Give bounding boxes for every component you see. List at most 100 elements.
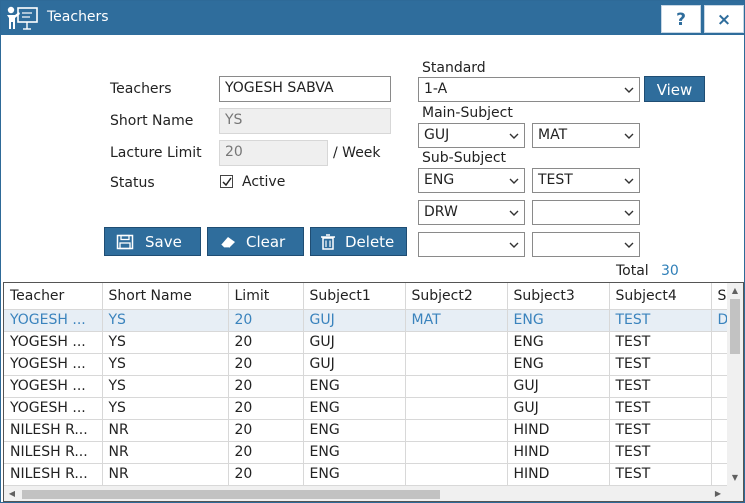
save-button[interactable]: Save (104, 227, 201, 256)
trash-icon (321, 234, 335, 250)
sub-subject-select-3[interactable]: DRW (418, 200, 525, 225)
table-row[interactable]: NILESH R... NR 20 ENG HIND TEST (4, 419, 733, 442)
column-header[interactable]: Subject4 (609, 283, 712, 310)
table-cell: YS (102, 397, 229, 420)
main-subject-value-2: MAT (538, 127, 568, 143)
clear-label: Clear (246, 233, 286, 251)
table-cell: YOGESH ... (4, 309, 103, 332)
table-cell: YS (102, 331, 229, 354)
teachers-input[interactable]: YOGESH SABVA (219, 76, 391, 102)
table-cell: TEST (609, 309, 712, 332)
standard-value: 1-A (424, 81, 448, 97)
table-cell: GUJ (303, 309, 406, 332)
table-cell: YOGESH ... (4, 375, 103, 398)
eraser-icon (220, 237, 235, 249)
scroll-right-icon[interactable]: ▶ (713, 488, 723, 500)
sub-subject-select-1[interactable]: ENG (418, 168, 525, 193)
teachers-grid[interactable]: Teacher Short Name Limit Subject1 Subject2 Su… (3, 282, 744, 502)
table-cell: TEST (609, 375, 712, 398)
table-row[interactable]: YOGESH ... YS 20 ENG GUJ TEST (4, 397, 733, 420)
sub-subject-select-5[interactable] (418, 232, 525, 257)
table-cell: NILESH R... (4, 419, 103, 442)
chevron-down-icon (624, 178, 634, 184)
table-cell: ENG (303, 463, 406, 486)
table-cell: GUJ (507, 375, 610, 398)
horizontal-scrollbar[interactable]: ◀ ▶ (4, 486, 727, 501)
column-header[interactable]: Subject2 (405, 283, 508, 310)
column-header[interactable]: Subject1 (303, 283, 406, 310)
sub-subject-value-1: ENG (424, 172, 455, 188)
total-label: Total (616, 263, 649, 279)
sub-subject-select-6[interactable] (532, 232, 640, 257)
table-cell: NR (102, 463, 229, 486)
table-row[interactable]: NILESH R... NR 20 ENG HIND TEST (4, 463, 733, 486)
chevron-down-icon (624, 242, 634, 248)
delete-button[interactable]: Delete (310, 227, 407, 256)
sub-subject-label: Sub-Subject (422, 150, 507, 166)
chevron-down-icon (509, 242, 519, 248)
table-row[interactable]: YOGESH ... YS 20 GUJ ENG TEST (4, 331, 733, 354)
sub-subject-select-4[interactable] (532, 200, 640, 225)
view-button[interactable]: View (644, 76, 705, 102)
table-cell: NR (102, 419, 229, 442)
per-week-label: / Week (333, 145, 381, 161)
column-header[interactable]: Short Name (102, 283, 229, 310)
table-cell: NILESH R... (4, 463, 103, 486)
scroll-up-icon[interactable]: ▲ (730, 286, 740, 296)
teachers-window: Teachers ? × Teachers YOGESH SABVA Short… (0, 0, 745, 503)
checkmark-icon (222, 177, 232, 187)
short-name-label: Short Name (110, 113, 194, 129)
sub-subject-select-2[interactable]: TEST (532, 168, 640, 193)
sub-subject-value-3: DRW (424, 204, 458, 220)
table-cell: GUJ (507, 397, 610, 420)
table-cell: ENG (303, 419, 406, 442)
vertical-scrollbar[interactable]: ▲ ▼ (727, 283, 743, 486)
column-header[interactable]: Teacher (4, 283, 103, 310)
title-bar[interactable]: Teachers ? × (1, 1, 744, 35)
clear-button[interactable]: Clear (207, 227, 304, 256)
chevron-down-icon (509, 133, 519, 139)
main-subject-value-1: GUJ (424, 127, 450, 143)
save-label: Save (145, 233, 182, 251)
close-button[interactable]: × (704, 5, 744, 33)
short-name-input[interactable]: YS (219, 108, 391, 134)
column-header[interactable]: Subject3 (507, 283, 610, 310)
table-cell: YOGESH ... (4, 353, 103, 376)
table-cell: TEST (609, 419, 712, 442)
table-cell (405, 419, 508, 442)
chevron-down-icon (509, 210, 519, 216)
vertical-scroll-thumb[interactable] (730, 299, 740, 354)
scroll-left-icon[interactable]: ◀ (7, 488, 17, 500)
table-cell: YOGESH ... (4, 331, 103, 354)
table-cell: ENG (303, 397, 406, 420)
table-row[interactable]: YOGESH ... YS 20 GUJ MAT ENG TEST D (4, 309, 733, 332)
help-button[interactable]: ? (661, 5, 701, 33)
standard-select[interactable]: 1-A (418, 77, 640, 102)
table-cell: GUJ (303, 353, 406, 376)
lecture-limit-input[interactable]: 20 (219, 140, 328, 166)
table-cell: GUJ (303, 331, 406, 354)
teachers-table: Teacher Short Name Limit Subject1 Subject2 Su… (4, 283, 733, 486)
table-row[interactable]: NILESH R... NR 20 ENG HIND TEST (4, 441, 733, 464)
column-header[interactable]: Limit (228, 283, 304, 310)
table-header-row: Teacher Short Name Limit Subject1 Subject2 Su… (4, 283, 733, 310)
table-row[interactable]: YOGESH ... YS 20 ENG GUJ TEST (4, 375, 733, 398)
chevron-down-icon (624, 210, 634, 216)
table-cell: TEST (609, 441, 712, 464)
sub-subject-value-2: TEST (538, 172, 573, 188)
table-cell: TEST (609, 397, 712, 420)
table-cell: 20 (228, 331, 304, 354)
main-subject-label: Main-Subject (422, 105, 513, 121)
horizontal-scroll-thumb[interactable] (22, 490, 440, 499)
main-subject-select-1[interactable]: GUJ (418, 123, 525, 148)
table-row[interactable]: YOGESH ... YS 20 GUJ ENG TEST (4, 353, 733, 376)
scroll-down-icon[interactable]: ▼ (730, 473, 740, 483)
table-cell: HIND (507, 441, 610, 464)
table-cell: ENG (303, 441, 406, 464)
table-cell (405, 397, 508, 420)
main-subject-select-2[interactable]: MAT (532, 123, 640, 148)
window-title: Teachers (47, 9, 109, 25)
table-cell (405, 375, 508, 398)
active-checkbox[interactable] (220, 175, 233, 188)
table-cell: 20 (228, 397, 304, 420)
